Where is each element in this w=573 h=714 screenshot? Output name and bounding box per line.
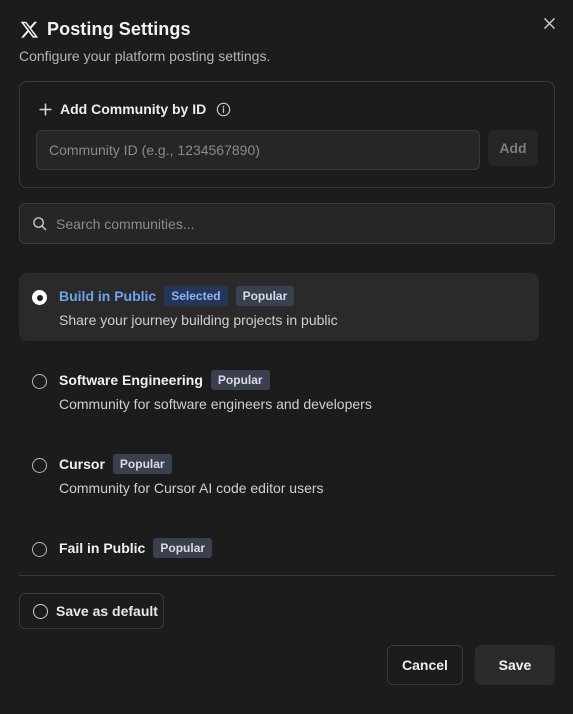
community-radio[interactable] — [32, 374, 47, 389]
community-item-fail-in-public[interactable]: Fail in Public Popular — [19, 525, 539, 573]
search-input[interactable] — [56, 215, 516, 232]
community-name: Software Engineering — [59, 372, 203, 388]
selected-badge: Selected — [164, 286, 228, 306]
community-title-row: Software Engineering Popular — [59, 370, 270, 390]
add-community-label: Add Community by ID — [60, 101, 207, 117]
circle-checkbox-icon — [33, 603, 48, 619]
community-id-input[interactable] — [36, 130, 480, 170]
community-title-row: Fail in Public Popular — [59, 538, 213, 558]
add-community-section: Add Community by ID Add — [19, 81, 555, 188]
community-item-build-in-public[interactable]: Build in Public Selected Popular Share y… — [19, 273, 539, 341]
search-communities-field[interactable] — [19, 203, 555, 244]
community-description: Community for software engineers and dev… — [59, 396, 372, 412]
community-radio[interactable] — [32, 542, 47, 557]
plus-icon — [38, 102, 52, 116]
community-name: Build in Public — [59, 288, 157, 304]
community-title-row: Cursor Popular — [59, 454, 172, 474]
info-icon[interactable] — [216, 102, 231, 117]
community-name: Cursor — [59, 456, 105, 472]
community-item-software-engineering[interactable]: Software Engineering Popular Community f… — [19, 357, 539, 425]
popular-badge: Popular — [153, 538, 213, 558]
posting-settings-dialog: Posting Settings Configure your platform… — [0, 0, 573, 714]
community-title-row: Build in Public Selected Popular — [59, 286, 295, 306]
dialog-header: Posting Settings — [19, 19, 191, 40]
community-radio-selected[interactable] — [32, 290, 47, 305]
popular-badge: Popular — [235, 286, 295, 306]
divider — [19, 575, 555, 576]
community-description: Community for Cursor AI code editor user… — [59, 480, 324, 496]
save-as-default-toggle[interactable]: Save as default — [19, 593, 164, 629]
save-as-default-label: Save as default — [56, 603, 158, 619]
save-button[interactable]: Save — [475, 645, 555, 685]
cancel-button[interactable]: Cancel — [387, 645, 463, 685]
community-name: Fail in Public — [59, 540, 146, 556]
close-button[interactable] — [541, 15, 557, 31]
close-icon — [543, 17, 555, 29]
popular-badge: Popular — [210, 370, 270, 390]
x-logo-icon — [19, 20, 39, 40]
add-community-heading: Add Community by ID — [38, 101, 231, 117]
search-icon — [32, 216, 47, 231]
community-item-cursor[interactable]: Cursor Popular Community for Cursor AI c… — [19, 441, 539, 509]
community-radio[interactable] — [32, 458, 47, 473]
add-community-button[interactable]: Add — [488, 130, 538, 166]
community-description: Share your journey building projects in … — [59, 312, 338, 328]
dialog-title: Posting Settings — [47, 19, 191, 39]
popular-badge: Popular — [112, 454, 172, 474]
dialog-subtitle: Configure your platform posting settings… — [19, 48, 271, 64]
